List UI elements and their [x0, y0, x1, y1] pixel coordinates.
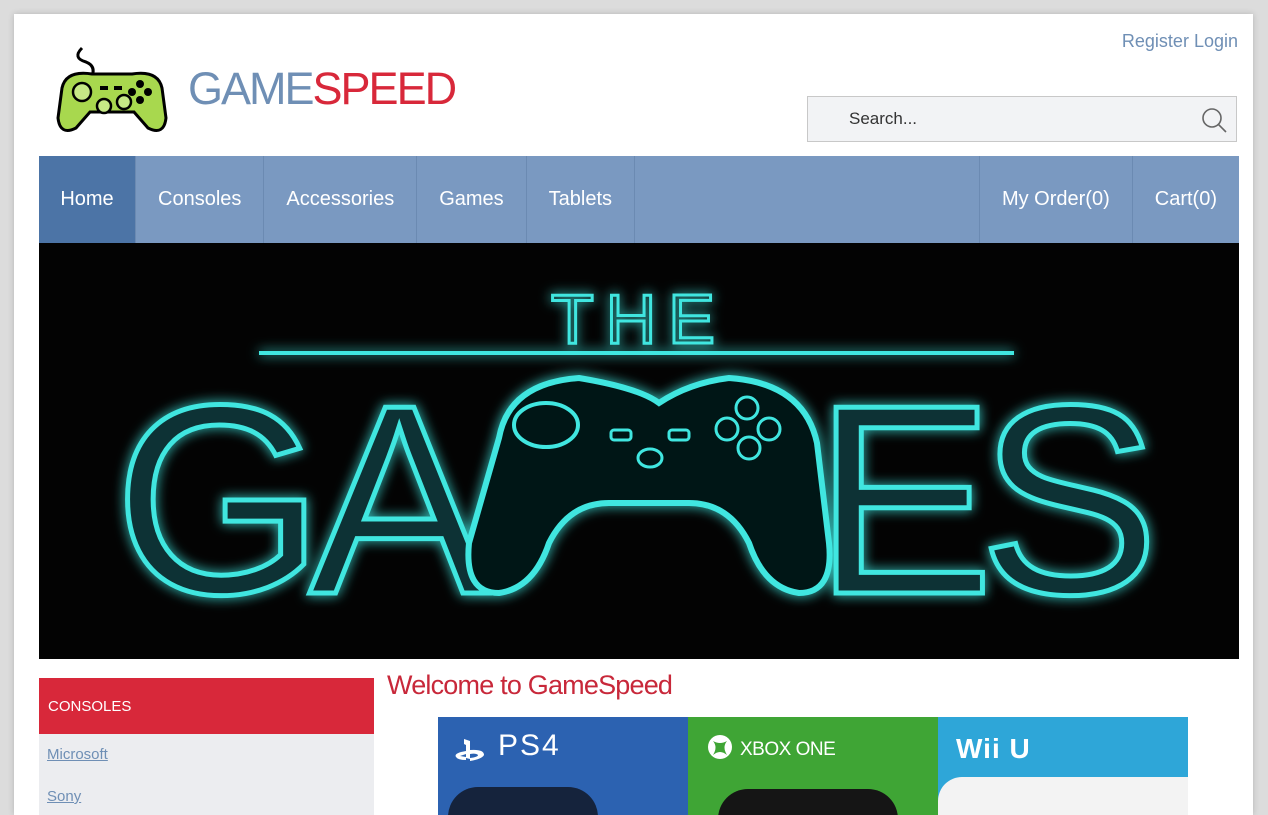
search-input[interactable]	[808, 97, 1178, 141]
tile-ps4-label: PS4	[498, 729, 561, 762]
sidebar-link-microsoft[interactable]: Microsoft	[39, 734, 374, 776]
nav-tablets[interactable]: Tablets	[527, 156, 636, 243]
wiiu-console-image	[938, 777, 1188, 815]
tile-wiiu-label: Wii U	[956, 733, 1031, 764]
welcome-title: Welcome to GameSpeed	[387, 670, 673, 700]
search-box	[807, 96, 1237, 142]
login-link[interactable]: Login	[1194, 31, 1238, 51]
hero-letter-g: G	[114, 350, 324, 651]
sidebar: CONSOLES Microsoft Sony	[39, 678, 374, 815]
tile-wiiu[interactable]: Wii U	[938, 717, 1188, 815]
hero-small-text: THE	[551, 280, 727, 358]
console-strip: PS4 XBOX ONE Wii U	[438, 717, 1188, 815]
search-icon[interactable]	[1200, 106, 1228, 134]
nav-my-order[interactable]: My Order(0)	[978, 156, 1132, 243]
ps4-console-image	[448, 787, 598, 815]
nav-accessories[interactable]: Accessories	[264, 156, 418, 243]
hero-banner: THE G A E S	[39, 243, 1239, 659]
brand-part-1: GAME	[188, 63, 315, 114]
sidebar-heading: CONSOLES	[39, 678, 374, 734]
xbox-logo-icon	[708, 735, 732, 759]
playstation-logo-icon	[455, 739, 484, 761]
register-link[interactable]: Register	[1122, 31, 1189, 51]
nav-home[interactable]: Home	[39, 156, 136, 243]
auth-links: Register Login	[1122, 31, 1238, 52]
xbox-console-image	[718, 789, 898, 815]
tile-xbox-label: XBOX ONE	[740, 739, 836, 760]
sidebar-link-sony[interactable]: Sony	[39, 776, 374, 815]
hero-letter-s: S	[979, 350, 1159, 651]
nav-games[interactable]: Games	[417, 156, 527, 243]
nav-consoles[interactable]: Consoles	[136, 156, 265, 243]
main-nav: Home Consoles Accessories Games Tablets …	[39, 156, 1239, 243]
gamepad-icon[interactable]	[52, 40, 172, 140]
hero-letter-a: A	[309, 350, 490, 651]
brand-logo-text[interactable]: GAMESPEED	[188, 63, 458, 114]
tile-ps4[interactable]: PS4	[438, 717, 688, 815]
brand-part-2: SPEED	[312, 63, 458, 114]
tile-xbox[interactable]: XBOX ONE	[688, 717, 938, 815]
nav-cart[interactable]: Cart(0)	[1131, 156, 1239, 243]
hero-letter-e: E	[814, 350, 994, 651]
page: Register Login GAMESPEED Home	[14, 14, 1253, 815]
